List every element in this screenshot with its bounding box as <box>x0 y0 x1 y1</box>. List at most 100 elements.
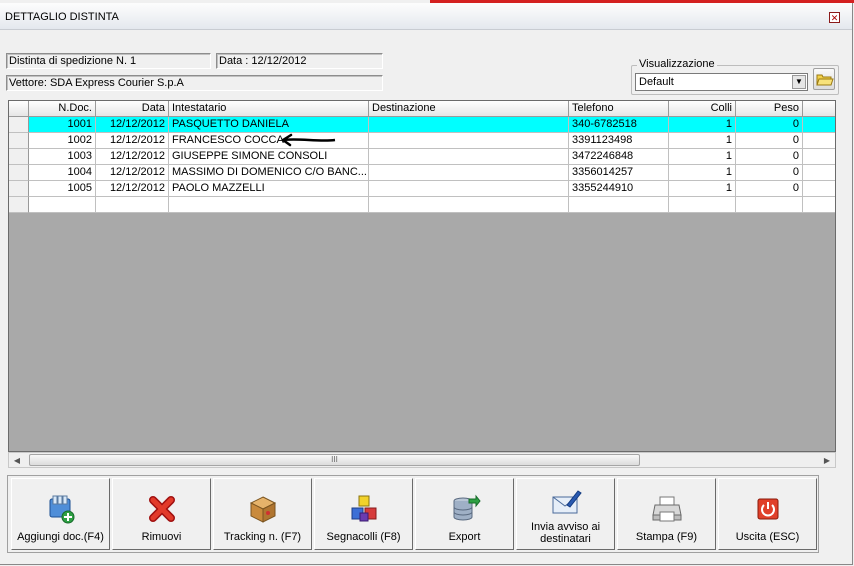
cell-peso[interactable]: 0 <box>736 133 803 149</box>
stampa-button[interactable]: Stampa (F9) <box>617 478 716 550</box>
row-indicator[interactable] <box>9 165 29 181</box>
colored-cubes-icon <box>351 495 377 522</box>
stampa-label: Stampa (F9) <box>635 531 698 543</box>
cell-telefono[interactable]: 340-6782518 <box>569 117 669 133</box>
open-folder-button[interactable] <box>813 68 835 90</box>
window-title: DETTAGLIO DISTINTA <box>5 11 119 23</box>
cell-n-doc[interactable] <box>29 197 96 213</box>
rimuovi-label: Rimuovi <box>141 531 182 543</box>
column-header-extra[interactable] <box>803 101 835 117</box>
uscita-button[interactable]: Uscita (ESC) <box>718 478 817 550</box>
tracking-button[interactable]: Tracking n. (F7) <box>213 478 312 550</box>
cell-data[interactable]: 12/12/2012 <box>96 165 169 181</box>
visualizzazione-select[interactable]: Default ▼ <box>635 73 808 91</box>
cell-n-doc[interactable]: 1005 <box>29 181 96 197</box>
cell-telefono[interactable]: 3355244910 <box>569 181 669 197</box>
dropdown-arrow-icon[interactable]: ▼ <box>792 75 806 89</box>
row-indicator[interactable] <box>9 197 29 213</box>
package-box-icon <box>249 496 277 523</box>
column-header-peso[interactable]: Peso <box>736 101 803 117</box>
cell-n-doc[interactable]: 1003 <box>29 149 96 165</box>
action-toolbar: Aggiungi doc.(F4) Rimuovi Tracking n. (F… <box>7 475 819 553</box>
cell-data[interactable]: 12/12/2012 <box>96 133 169 149</box>
red-x-icon <box>149 496 175 522</box>
cell-extra[interactable] <box>803 165 835 181</box>
cell-data[interactable]: 12/12/2012 <box>96 149 169 165</box>
export-button[interactable]: Export <box>415 478 514 550</box>
data-field: Data : 12/12/2012 <box>216 53 383 69</box>
close-button[interactable]: ✕ <box>829 12 840 23</box>
invia-avviso-label: Invia avviso ai destinatari <box>530 521 601 545</box>
cell-n-doc[interactable]: 1004 <box>29 165 96 181</box>
tracking-label: Tracking n. (F7) <box>223 531 302 543</box>
column-header-destinazione[interactable]: Destinazione <box>369 101 569 117</box>
cell-colli[interactable]: 1 <box>669 133 736 149</box>
cell-extra[interactable] <box>803 149 835 165</box>
folder-icon <box>816 74 834 86</box>
column-header-n-doc[interactable]: N.Doc. <box>29 101 96 117</box>
scroll-right-icon[interactable]: ▶ <box>821 455 833 466</box>
cell-colli[interactable]: 1 <box>669 117 736 133</box>
cell-extra[interactable] <box>803 197 835 213</box>
cell-peso[interactable]: 0 <box>736 149 803 165</box>
column-header-colli[interactable]: Colli <box>669 101 736 117</box>
row-indicator[interactable] <box>9 181 29 197</box>
cell-intestatario[interactable]: FRANCESCO COCCA <box>169 133 369 149</box>
cell-intestatario[interactable]: PAOLO MAZZELLI <box>169 181 369 197</box>
cell-data[interactable] <box>96 197 169 213</box>
cell-peso[interactable]: 0 <box>736 181 803 197</box>
row-indicator[interactable] <box>9 133 29 149</box>
segnacolli-button[interactable]: Segnacolli (F8) <box>314 478 413 550</box>
row-indicator[interactable] <box>9 117 29 133</box>
visualizzazione-value: Default <box>639 76 674 88</box>
aggiungi-doc-button[interactable]: Aggiungi doc.(F4) <box>11 478 110 550</box>
cell-colli[interactable]: 1 <box>669 165 736 181</box>
column-header-intestatario[interactable]: Intestatario <box>169 101 369 117</box>
printer-icon <box>652 496 682 522</box>
rimuovi-button[interactable]: Rimuovi <box>112 478 211 550</box>
cell-telefono[interactable]: 3472246848 <box>569 149 669 165</box>
cell-destinazione[interactable] <box>369 181 569 197</box>
scroll-left-icon[interactable]: ◀ <box>11 455 23 466</box>
annotation-arrow-icon <box>281 133 336 147</box>
cell-extra[interactable] <box>803 133 835 149</box>
cell-n-doc[interactable]: 1001 <box>29 117 96 133</box>
column-header-telefono[interactable]: Telefono <box>569 101 669 117</box>
documents-grid[interactable]: N.Doc. Data Intestatario Destinazione Telefo… <box>8 100 836 452</box>
cell-extra[interactable] <box>803 181 835 197</box>
cell-destinazione[interactable] <box>369 149 569 165</box>
export-label: Export <box>448 531 481 543</box>
distinta-field: Distinta di spedizione N. 1 <box>6 53 211 69</box>
visualizzazione-label: Visualizzazione <box>637 58 717 70</box>
cell-destinazione[interactable] <box>369 165 569 181</box>
dettaglio-distinta-window: DETTAGLIO DISTINTA ✕ Distinta di spedizi… <box>0 3 853 565</box>
cell-colli[interactable]: 1 <box>669 181 736 197</box>
cell-intestatario[interactable] <box>169 197 369 213</box>
cell-destinazione[interactable] <box>369 197 569 213</box>
cell-data[interactable]: 12/12/2012 <box>96 181 169 197</box>
title-bar: DETTAGLIO DISTINTA ✕ <box>0 3 852 30</box>
cell-telefono[interactable] <box>569 197 669 213</box>
cell-intestatario[interactable]: MASSIMO DI DOMENICO C/O BANC... <box>169 165 369 181</box>
cell-colli[interactable] <box>669 197 736 213</box>
column-header-data[interactable]: Data <box>96 101 169 117</box>
cell-peso[interactable]: 0 <box>736 165 803 181</box>
cell-extra[interactable] <box>803 117 835 133</box>
scroll-thumb[interactable]: III <box>29 454 640 466</box>
cell-peso[interactable] <box>736 197 803 213</box>
cell-colli[interactable]: 1 <box>669 149 736 165</box>
cell-destinazione[interactable] <box>369 117 569 133</box>
cell-n-doc[interactable]: 1002 <box>29 133 96 149</box>
cell-telefono[interactable]: 3391123498 <box>569 133 669 149</box>
cell-peso[interactable]: 0 <box>736 117 803 133</box>
cell-destinazione[interactable] <box>369 133 569 149</box>
row-indicator[interactable] <box>9 149 29 165</box>
database-export-icon <box>453 494 481 521</box>
horizontal-scrollbar[interactable]: ◀ III ▶ <box>8 452 836 468</box>
cell-data[interactable]: 12/12/2012 <box>96 117 169 133</box>
invia-avviso-button[interactable]: Invia avviso ai destinatari <box>516 478 615 550</box>
cell-intestatario[interactable]: PASQUETTO DANIELA <box>169 117 369 133</box>
cell-intestatario[interactable]: GIUSEPPE SIMONE CONSOLI <box>169 149 369 165</box>
envelope-pen-icon <box>552 490 582 514</box>
cell-telefono[interactable]: 3356014257 <box>569 165 669 181</box>
